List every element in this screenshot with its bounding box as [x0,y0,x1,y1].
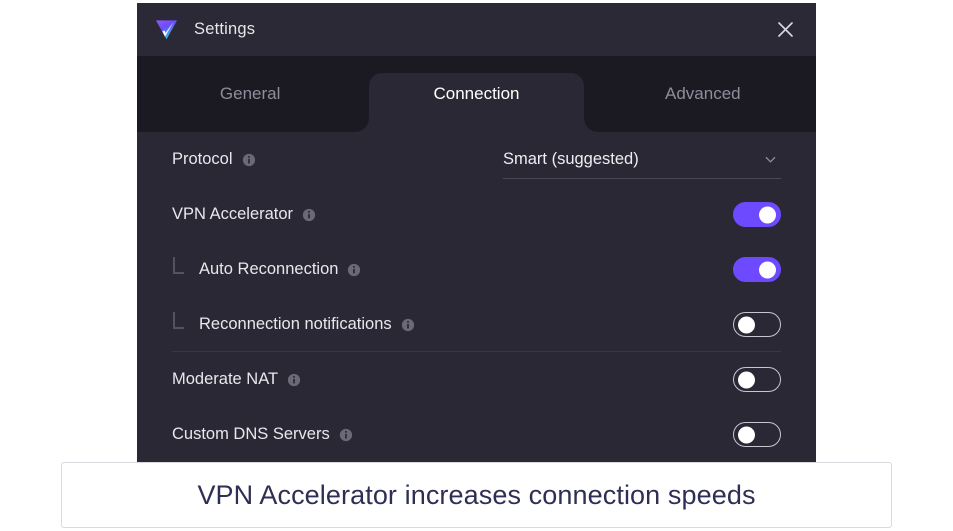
caption-text: VPN Accelerator increases connection spe… [197,479,756,510]
protonvpn-logo-icon [155,20,178,40]
protocol-selected-value: Smart (suggested) [503,149,639,168]
toggle-knob [738,316,755,333]
reconnection-notifications-label: Reconnection notifications [199,315,392,333]
info-icon[interactable] [302,208,316,222]
setting-row-reconnection-notifications: Reconnection notifications [172,297,781,352]
active-tab-fillet-left [355,118,370,132]
vpn-accelerator-toggle[interactable] [733,202,781,227]
protocol-label: Protocol [172,150,233,168]
chevron-down-icon [765,156,776,162]
info-icon[interactable] [347,263,361,277]
reconnection-notifications-label-group: Reconnection notifications [172,311,733,334]
settings-tabstrip: General Connection Advanced [137,56,816,132]
caption-banner: VPN Accelerator increases connection spe… [61,462,892,528]
custom-dns-servers-label-group: Custom DNS Servers [172,425,733,444]
info-icon[interactable] [287,373,301,387]
info-icon[interactable] [401,318,415,332]
connection-settings-panel: Protocol Smart (suggested) VPN Accelerat… [137,132,816,469]
settings-window: Settings General Connection Advanced Pro… [137,3,816,469]
window-titlebar: Settings [137,3,816,56]
tree-indent-icon [172,256,188,279]
close-icon [777,22,793,37]
close-window-button[interactable] [768,13,802,47]
setting-row-protocol: Protocol Smart (suggested) [172,132,781,187]
tab-connection[interactable]: Connection [355,56,598,132]
tab-connection-label: Connection [433,84,520,103]
toggle-knob [759,206,776,223]
info-icon[interactable] [339,428,353,442]
setting-row-auto-reconnection: Auto Reconnection [172,242,781,297]
tab-advanced[interactable]: Advanced [590,56,816,132]
reconnection-notifications-toggle[interactable] [733,312,781,337]
custom-dns-servers-toggle[interactable] [733,422,781,447]
vpn-accelerator-label-group: VPN Accelerator [172,205,733,224]
moderate-nat-toggle[interactable] [733,367,781,392]
custom-dns-servers-label: Custom DNS Servers [172,425,330,443]
setting-row-moderate-nat: Moderate NAT [172,352,781,407]
setting-row-custom-dns-servers: Custom DNS Servers [172,407,781,462]
tab-general[interactable]: General [137,56,363,132]
moderate-nat-label: Moderate NAT [172,370,279,388]
auto-reconnection-label-group: Auto Reconnection [172,256,733,279]
toggle-knob [738,426,755,443]
tab-advanced-label: Advanced [665,84,741,103]
tab-general-label: General [219,84,281,103]
info-icon[interactable] [242,153,256,167]
auto-reconnection-label: Auto Reconnection [199,260,339,278]
moderate-nat-label-group: Moderate NAT [172,370,733,389]
vpn-accelerator-label: VPN Accelerator [172,205,294,223]
window-title: Settings [194,20,256,38]
toggle-knob [738,371,755,388]
protocol-label-group: Protocol [172,150,503,169]
toggle-knob [759,261,776,278]
tree-indent-icon [172,311,188,334]
protocol-dropdown[interactable]: Smart (suggested) [503,141,781,179]
setting-row-vpn-accelerator: VPN Accelerator [172,187,781,242]
auto-reconnection-toggle[interactable] [733,257,781,282]
